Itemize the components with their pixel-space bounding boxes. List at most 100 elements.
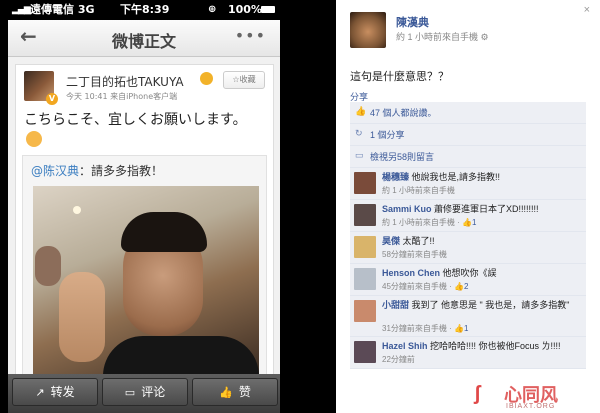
comment-text: Hazel Shih 挖哈哈哈!!!! 你也被他Focus ㄌ!!!! <box>382 341 582 352</box>
clock: 下午8:39 <box>120 3 170 16</box>
thumbs-up-icon: 👍 <box>219 386 233 399</box>
post-author[interactable]: 陳漢典 <box>396 14 429 30</box>
post-username[interactable]: 二丁目的拓也TAKUYA <box>66 73 184 90</box>
comment-text: 昊傑 太酷了!! <box>382 236 582 247</box>
post-meta: 今天 10:41 来自iPhone客户端 <box>66 92 178 101</box>
signal-icon: ▂▄▆ <box>12 5 31 15</box>
more-comments-row[interactable]: ▭ 檢視另58則留言 <box>350 146 586 168</box>
avatar[interactable] <box>350 12 386 48</box>
hair <box>121 212 207 252</box>
comment-item: Hazel Shih 挖哈哈哈!!!! 你也被他Focus ㄌ!!!! 22分鐘前 <box>350 337 586 369</box>
carrier-label: 遠傳電信 3G <box>30 3 95 16</box>
watermark-logo-icon: ʃ <box>474 383 481 405</box>
comment-body: 他說我也是,請多指教!! <box>411 172 501 182</box>
favorite-button[interactable]: ☆收藏 <box>223 71 265 89</box>
comment-text: 楊穗臻 他說我也是,請多指教!! <box>382 172 582 183</box>
shares-row[interactable]: ↻ 1 個分享 <box>350 124 586 146</box>
post-photo[interactable] <box>33 186 259 374</box>
emoji-icon <box>26 131 42 147</box>
avatar[interactable] <box>354 172 376 194</box>
share-icon: ↻ <box>355 128 363 138</box>
rotation-lock-icon: ⊕ <box>208 4 217 15</box>
verified-badge-icon: V <box>46 93 58 105</box>
comment-body: 我到了 他意思是 " 我也是，請多多指教" <box>411 300 570 310</box>
comment-time: 45分鐘前來自手機 · <box>382 282 452 291</box>
avatar[interactable] <box>354 300 376 322</box>
comment-item: 小甜甜 我到了 他意思是 " 我也是，請多多指教" 31分鐘前來自手機 · 👍1 <box>350 296 586 337</box>
battery-percent: 100% <box>228 3 262 16</box>
background-person <box>35 246 61 286</box>
comment-item: Henson Chen 他想吹你《誤 45分鐘前來自手機 · 👍2 <box>350 264 586 296</box>
like-label: 赞 <box>238 385 251 399</box>
emoji-icon <box>200 72 213 85</box>
forward-label: 转发 <box>50 385 75 399</box>
comment-feed: 👍 47 個人都說讚。 ↻ 1 個分享 ▭ 檢視另58則留言 楊穗臻 他說我也是… <box>350 102 586 369</box>
comment-meta: 31分鐘前來自手機 · 👍1 <box>382 323 468 334</box>
comment-time: 58分鐘前來自手機 <box>382 250 447 259</box>
comment-like-count[interactable]: 👍2 <box>454 282 468 291</box>
comment-meta: 58分鐘前來自手機 <box>382 249 447 260</box>
comment-icon: ▭ <box>124 386 136 399</box>
avatar[interactable] <box>354 204 376 226</box>
mention-link[interactable]: @陈汉典 <box>31 164 79 178</box>
watermark: ʃ 心同风 IBIAXT.ORG <box>474 383 592 411</box>
comment-time: 31分鐘前來自手機 · <box>382 324 452 333</box>
commenter-name[interactable]: Sammi Kuo <box>382 204 432 214</box>
comment-text: 小甜甜 我到了 他意思是 " 我也是，請多多指教" <box>382 300 582 311</box>
comment-label: 评论 <box>141 385 166 399</box>
quoted-post[interactable]: @陈汉典：請多多指教！ <box>22 155 267 383</box>
likes-row[interactable]: 👍 47 個人都說讚。 <box>350 102 586 124</box>
commenter-name[interactable]: 昊傑 <box>382 236 400 246</box>
battery-icon <box>261 6 275 13</box>
quoted-text: @陈汉典：請多多指教！ <box>31 162 163 179</box>
avatar[interactable] <box>354 268 376 290</box>
status-bar: ▂▄▆ 遠傳電信 3G 下午8:39 ⊕ 100% <box>8 0 280 20</box>
commenter-name[interactable]: 小甜甜 <box>382 300 409 310</box>
comment-item: 昊傑 太酷了!! 58分鐘前來自手機 <box>350 232 586 264</box>
comment-meta: 45分鐘前來自手機 · 👍2 <box>382 281 468 292</box>
quote-body: ：請多多指教！ <box>79 164 164 178</box>
comment-item: Sammi Kuo 蕭修要進軍日本了XD!!!!!!!! 約 1 小時前來自手機 … <box>350 200 586 232</box>
ceiling-light <box>73 206 81 214</box>
comment-icon: ▭ <box>355 150 364 160</box>
comment-body: 挖哈哈哈!!!! 你也被他Focus ㄌ!!!! <box>430 341 561 351</box>
shirt <box>103 336 259 374</box>
forward-button[interactable]: ↗ 转发 <box>12 378 98 406</box>
weibo-post: V 二丁目的拓也TAKUYA 今天 10:41 来自iPhone客户端 ☆收藏 … <box>15 64 274 386</box>
thumbs-up-icon: 👍 <box>355 106 367 116</box>
commenter-name[interactable]: 楊穗臻 <box>382 172 409 182</box>
comment-like-count[interactable]: 👍1 <box>462 218 476 227</box>
close-icon[interactable]: × <box>584 4 590 16</box>
hand <box>59 272 105 362</box>
comment-text: Henson Chen 他想吹你《誤 <box>382 268 582 279</box>
phone-screenshot: ▂▄▆ 遠傳電信 3G 下午8:39 ⊕ 100% ← 微博正文 ••• V 二… <box>8 0 280 413</box>
bottom-toolbar: ↗ 转发 ▭ 评论 👍 赞 <box>8 374 280 413</box>
comment-text: Sammi Kuo 蕭修要進軍日本了XD!!!!!!!! <box>382 204 582 215</box>
nav-bar: ← 微博正文 ••• <box>8 20 280 57</box>
commenter-name[interactable]: Henson Chen <box>382 268 440 278</box>
like-button[interactable]: 👍 赞 <box>192 378 278 406</box>
comment-time: 約 1 小時前來自手機 · <box>382 218 460 227</box>
post-text: こちらこそ、宜しくお願いします。 <box>24 112 247 128</box>
comment-button[interactable]: ▭ 评论 <box>102 378 188 406</box>
comment-meta: 約 1 小時前來自手機 · 👍1 <box>382 217 476 228</box>
post-meta: 約 1 小時前來自手機 ⚙ <box>396 32 489 42</box>
post-text: 這句是什麼意思？？ <box>350 71 449 83</box>
more-comments-link: 檢視另58則留言 <box>370 152 435 162</box>
facebook-post-panel: × 陳漢典 約 1 小時前來自手機 ⚙ 這句是什麼意思？？ 分享 👍 47 個人… <box>336 0 600 413</box>
more-options-icon[interactable]: ••• <box>235 26 266 45</box>
watermark-url: IBIAXT.ORG <box>506 403 556 410</box>
likes-count: 47 個人都說讚。 <box>370 108 437 118</box>
comment-body: 太酷了!! <box>402 236 435 246</box>
forward-icon: ↗ <box>35 386 45 399</box>
avatar[interactable] <box>354 341 376 363</box>
comment-body: 他想吹你《誤 <box>442 268 497 278</box>
avatar[interactable] <box>354 236 376 258</box>
comment-like-count[interactable]: 👍1 <box>454 324 468 333</box>
comment-meta: 約 1 小時前來自手機 <box>382 185 455 196</box>
shares-count: 1 個分享 <box>370 130 405 140</box>
comment-time: 約 1 小時前來自手機 <box>382 186 455 195</box>
comment-item: 楊穗臻 他說我也是,請多指教!! 約 1 小時前來自手機 <box>350 168 586 200</box>
commenter-name[interactable]: Hazel Shih <box>382 341 428 351</box>
comment-meta: 22分鐘前 <box>382 354 415 365</box>
